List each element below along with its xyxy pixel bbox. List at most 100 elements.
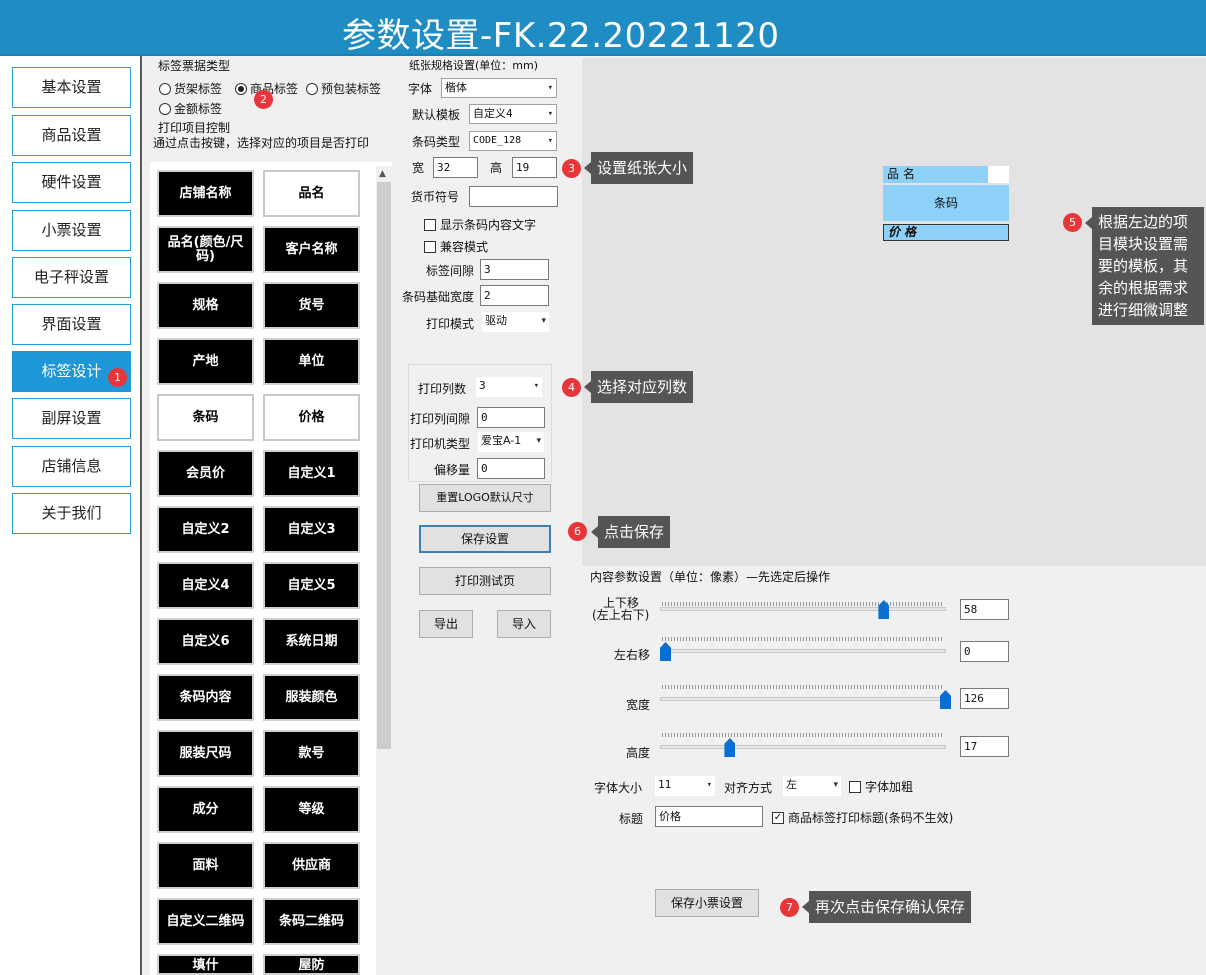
sidebar-item-goods[interactable]: 商品设置 (12, 115, 131, 156)
sidebar-item-store-info[interactable]: 店铺信息 (12, 446, 131, 487)
title-input[interactable]: 价格 (655, 806, 763, 827)
radio-amount-label[interactable]: 金额标签 (159, 100, 222, 117)
preview-field-name[interactable]: 品名 (883, 166, 988, 183)
horizontal-slider[interactable] (660, 649, 946, 653)
print-item-button[interactable]: 条码内容 (157, 674, 254, 721)
save-settings-button[interactable]: 保存设置 (419, 525, 551, 553)
font-size-select[interactable]: 11 ▾ (655, 776, 715, 796)
print-item-button[interactable]: 品名(颜色/尺码) (157, 226, 254, 273)
print-item-button[interactable]: 店铺名称 (157, 170, 254, 217)
radio-shelf-label[interactable]: 货架标签 (159, 80, 222, 97)
print-item-button[interactable]: 服装颜色 (263, 674, 360, 721)
scroll-up-icon[interactable]: ▲ (379, 169, 386, 179)
print-item-button[interactable]: 自定义4 (157, 562, 254, 609)
barcode-type-label: 条码类型 (412, 135, 461, 149)
sidebar-item-hardware[interactable]: 硬件设置 (12, 162, 131, 203)
template-select[interactable]: 自定义4 ▾ (469, 104, 557, 124)
offset-input[interactable]: 0 (477, 458, 545, 479)
paper-legend: 纸张规格设置(单位：mm) (407, 57, 541, 73)
vertical-slider[interactable] (660, 607, 946, 611)
export-button[interactable]: 导出 (419, 610, 473, 638)
print-mode-select[interactable]: 驱动 ▾ (482, 312, 549, 332)
print-item-button[interactable]: 屋防 (263, 954, 360, 975)
height-slider[interactable] (660, 745, 946, 749)
reset-logo-button[interactable]: 重置LOGO默认尺寸 (419, 484, 551, 512)
width-slider[interactable] (660, 697, 946, 701)
width-input[interactable]: 126 (960, 688, 1009, 709)
print-item-button[interactable]: 条码 (157, 394, 254, 441)
print-item-button[interactable]: 自定义6 (157, 618, 254, 665)
print-item-button[interactable]: 客户名称 (263, 226, 360, 273)
print-item-button[interactable]: 品名 (263, 170, 360, 217)
radio-label: 货架标签 (174, 82, 223, 96)
test-print-button[interactable]: 打印测试页 (419, 567, 551, 595)
print-item-button[interactable]: 自定义5 (263, 562, 360, 609)
print-item-button[interactable]: 自定义二维码 (157, 898, 254, 945)
slider-ticks (662, 602, 944, 606)
checkbox-box (849, 780, 861, 793)
barcode-width-input[interactable]: 2 (480, 285, 549, 306)
print-mode-value: 驱动 (485, 314, 507, 327)
print-item-button[interactable]: 单位 (263, 338, 360, 385)
align-value: 左 (786, 778, 797, 791)
annotation-badge-7: 7 (780, 898, 799, 917)
print-item-button[interactable]: 自定义3 (263, 506, 360, 553)
height-input[interactable]: 17 (960, 736, 1009, 757)
columns-value: 3 (479, 379, 486, 392)
preview-field-price[interactable]: 价格 (883, 224, 1009, 241)
paper-width-input[interactable]: 32 (433, 157, 478, 178)
print-item-button[interactable]: 系统日期 (263, 618, 360, 665)
sidebar-item-scale[interactable]: 电子秤设置 (12, 257, 131, 298)
import-button[interactable]: 导入 (497, 610, 551, 638)
sidebar-item-second-screen[interactable]: 副屏设置 (12, 398, 131, 439)
print-item-button[interactable]: 产地 (157, 338, 254, 385)
print-item-button[interactable]: 货号 (263, 282, 360, 329)
barcode-type-select[interactable]: CODE_128 ▾ (469, 131, 557, 151)
scroll-thumb[interactable] (377, 182, 391, 749)
save-receipt-settings-button[interactable]: 保存小票设置 (655, 889, 759, 917)
annotation-badge-5: 5 (1063, 213, 1082, 232)
horizontal-input[interactable]: 0 (960, 641, 1009, 662)
height-slider-label: 高度 (626, 746, 651, 760)
print-item-button[interactable]: 自定义2 (157, 506, 254, 553)
print-item-button[interactable]: 成分 (157, 786, 254, 833)
sidebar-item-receipt[interactable]: 小票设置 (12, 210, 131, 251)
annotation-badge-4: 4 (562, 378, 581, 397)
vertical-input[interactable]: 58 (960, 599, 1009, 620)
compat-mode-checkbox[interactable]: 兼容模式 (424, 238, 488, 255)
printer-type-select[interactable]: 爱宝A-1 ▾ (478, 432, 544, 452)
gap-input[interactable]: 3 (480, 259, 549, 280)
chevron-down-icon: ▾ (536, 436, 541, 446)
print-title-checkbox[interactable]: ✓ 商品标签打印标题(条码不生效) (772, 809, 953, 826)
paper-height-input[interactable]: 19 (512, 157, 557, 178)
slider-ticks (662, 685, 944, 689)
print-item-button[interactable]: 会员价 (157, 450, 254, 497)
bold-checkbox[interactable]: 字体加粗 (849, 778, 913, 795)
annotation-callout-7: 再次点击保存确认保存 (801, 891, 972, 923)
print-item-button[interactable]: 价格 (263, 394, 360, 441)
print-item-button[interactable]: 服装尺码 (157, 730, 254, 777)
checkbox-checked: ✓ (772, 811, 784, 824)
print-item-button[interactable]: 面料 (157, 842, 254, 889)
column-gap-input[interactable]: 0 (477, 407, 545, 428)
print-item-button[interactable]: 填什 (157, 954, 254, 975)
radio-prepack-label[interactable]: 预包装标签 (306, 80, 381, 97)
currency-input[interactable] (469, 186, 558, 207)
sidebar-item-basic[interactable]: 基本设置 (12, 67, 131, 108)
preview-field-barcode[interactable]: 条码 (883, 185, 1009, 221)
print-item-button[interactable]: 自定义1 (263, 450, 360, 497)
print-item-button[interactable]: 款号 (263, 730, 360, 777)
align-select[interactable]: 左 ▾ (783, 776, 841, 796)
show-barcode-text-checkbox[interactable]: 显示条码内容文字 (424, 216, 536, 233)
sidebar-item-interface[interactable]: 界面设置 (12, 304, 131, 345)
print-item-button[interactable]: 供应商 (263, 842, 360, 889)
print-mode-label: 打印模式 (426, 317, 475, 331)
print-item-button[interactable]: 等级 (263, 786, 360, 833)
sidebar-item-about[interactable]: 关于我们 (12, 493, 131, 534)
font-select[interactable]: 楷体 ▾ (441, 78, 557, 98)
print-items-scrollbar[interactable]: ▲ (376, 166, 392, 975)
chevron-down-icon: ▾ (833, 780, 838, 790)
print-item-button[interactable]: 规格 (157, 282, 254, 329)
columns-select[interactable]: 3 ▾ (476, 377, 542, 397)
print-item-button[interactable]: 条码二维码 (263, 898, 360, 945)
